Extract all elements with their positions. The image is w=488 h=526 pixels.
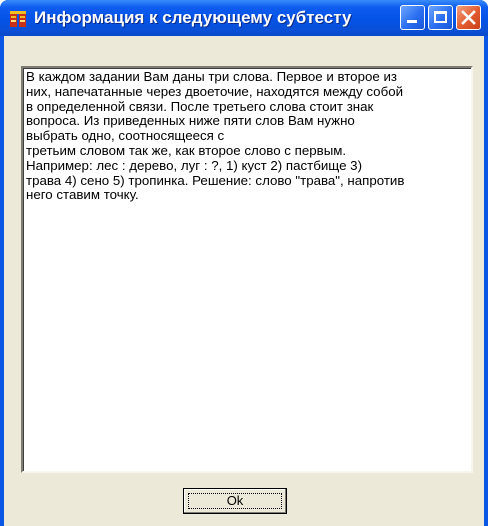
dialog-window: Информация к следующему субтесту В каждо… xyxy=(0,0,488,526)
minimize-icon xyxy=(407,20,417,23)
ok-button-label: Ok xyxy=(226,493,244,508)
close-button[interactable] xyxy=(456,5,481,30)
maximize-button[interactable] xyxy=(428,5,453,30)
info-text-area[interactable]: В каждом задании Вам даны три слова. Пер… xyxy=(21,66,473,473)
title-bar[interactable]: Информация к следующему субтесту xyxy=(0,0,488,36)
window-title: Информация к следующему субтесту xyxy=(34,8,352,27)
minimize-button[interactable] xyxy=(400,5,425,30)
maximize-icon xyxy=(434,11,447,23)
ok-button[interactable]: Ok xyxy=(183,488,287,514)
close-icon xyxy=(461,10,476,25)
info-text: В каждом задании Вам даны три слова. Пер… xyxy=(26,69,405,203)
app-icon xyxy=(10,11,26,27)
